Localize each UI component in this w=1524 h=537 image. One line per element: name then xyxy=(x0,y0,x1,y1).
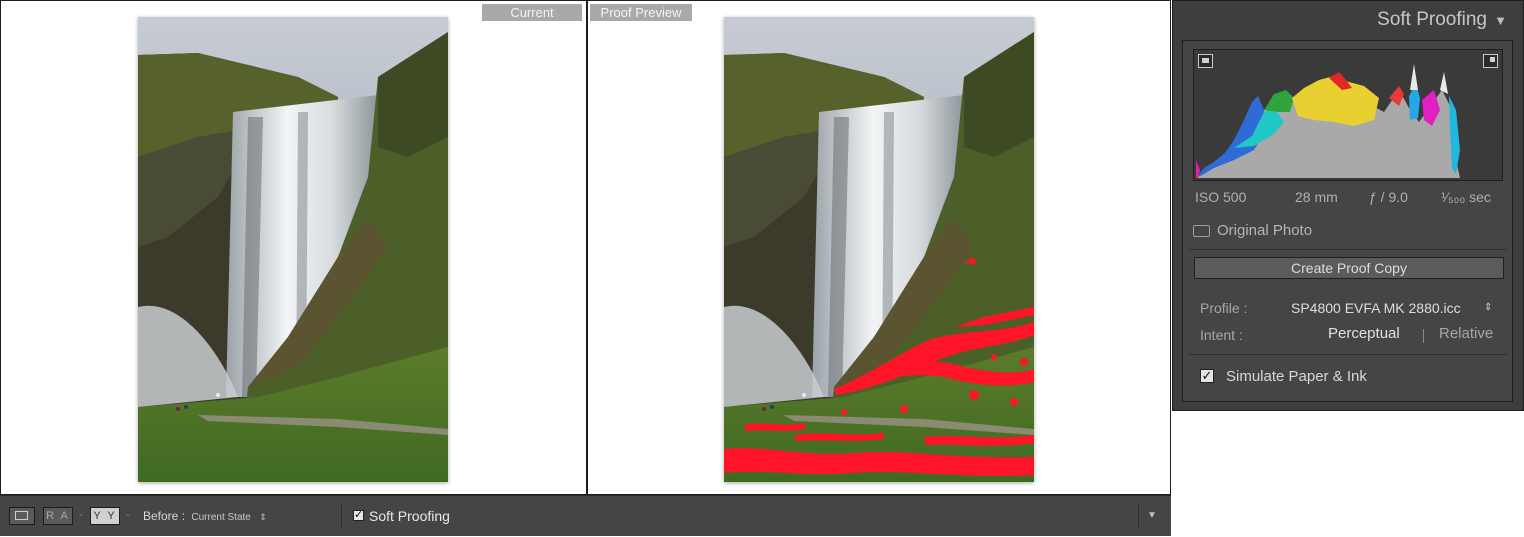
intent-label: Intent : xyxy=(1200,327,1243,343)
bottom-toolbar: R A - Y Y - Before : Current State ⇕ ✓ S… xyxy=(0,495,1171,536)
compare-view: Current Proof Preview xyxy=(0,0,1171,496)
iso-value: ISO 500 xyxy=(1195,189,1247,205)
up-down-arrows-icon[interactable]: ⇕ xyxy=(1484,300,1492,316)
panel-header[interactable]: Soft Proofing ▼ xyxy=(1173,1,1523,39)
shutter-speed-value: ¹⁄₅₀₀ sec xyxy=(1441,189,1491,205)
soft-proofing-panel: Soft Proofing ▼ ISO 500 28 mm ƒ / 9.0 ¹⁄… xyxy=(1172,0,1524,411)
soft-proofing-label[interactable]: Soft Proofing xyxy=(369,507,450,525)
current-photo[interactable] xyxy=(138,17,448,482)
simulate-paper-ink-checkbox[interactable]: ✓ xyxy=(1200,369,1214,383)
panel-title: Soft Proofing xyxy=(1377,9,1487,30)
panel-body: ISO 500 28 mm ƒ / 9.0 ¹⁄₅₀₀ sec Original… xyxy=(1182,40,1513,402)
histogram[interactable] xyxy=(1193,49,1503,181)
view-mode-separator: - xyxy=(79,509,83,521)
soft-proofing-checkbox[interactable]: ✓ xyxy=(353,510,364,521)
intent-relative-option[interactable]: Relative xyxy=(1439,325,1493,343)
chevron-down-icon[interactable]: ▼ xyxy=(1147,508,1157,524)
before-after-left-right-button[interactable]: R A xyxy=(43,507,73,525)
intent-divider xyxy=(1423,329,1424,343)
original-photo-icon xyxy=(1193,225,1210,237)
before-state-value: Current State xyxy=(191,512,251,523)
triangle-down-icon[interactable]: ▼ xyxy=(1494,13,1507,29)
aperture-value: ƒ / 9.0 xyxy=(1369,189,1408,205)
toolbar-divider xyxy=(341,504,342,529)
profile-label: Profile : xyxy=(1200,300,1248,316)
up-down-arrows-icon: ⇕ xyxy=(259,512,267,522)
compare-divider[interactable] xyxy=(586,1,588,496)
original-photo-label: Original Photo xyxy=(1217,222,1313,239)
before-after-split-button[interactable]: Y Y xyxy=(90,507,120,525)
view-mode-separator: - xyxy=(126,509,130,521)
before-state-selector[interactable]: Before : Current State ⇕ xyxy=(143,507,267,527)
intent-perceptual-option[interactable]: Perceptual xyxy=(1328,325,1400,343)
panel-divider xyxy=(1189,249,1507,250)
proof-preview-photo[interactable] xyxy=(724,17,1034,482)
proof-preview-label: Proof Preview xyxy=(590,4,692,21)
simulate-paper-ink-label[interactable]: Simulate Paper & Ink xyxy=(1226,368,1367,386)
focal-length-value: 28 mm xyxy=(1295,189,1338,205)
before-label: Before : xyxy=(143,509,186,523)
highlight-clipping-icon[interactable] xyxy=(1483,54,1498,68)
shadow-clipping-icon[interactable] xyxy=(1198,54,1213,68)
toolbar-divider xyxy=(1138,504,1139,529)
create-proof-copy-button[interactable]: Create Proof Copy xyxy=(1194,257,1504,279)
panel-divider xyxy=(1189,354,1507,355)
single-view-icon[interactable] xyxy=(9,507,35,525)
current-label: Current xyxy=(482,4,582,21)
profile-select[interactable]: SP4800 EVFA MK 2880.icc xyxy=(1291,299,1461,317)
